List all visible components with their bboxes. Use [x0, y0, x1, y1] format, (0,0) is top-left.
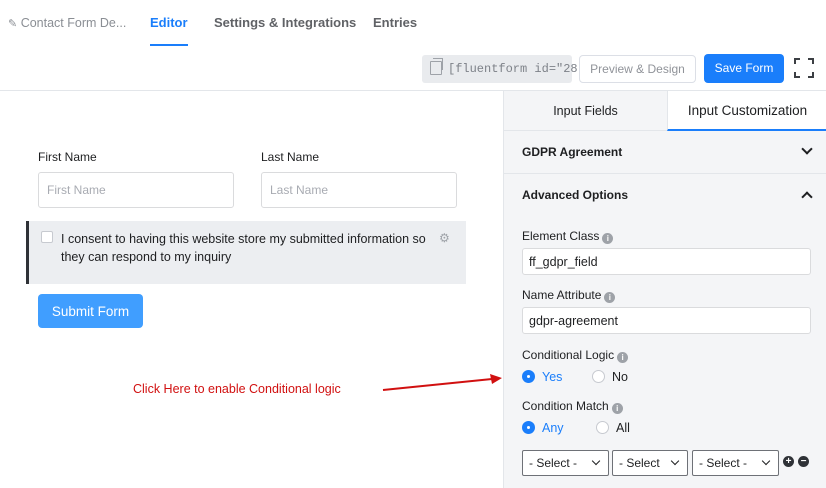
advanced-section-title: Advanced Options	[522, 188, 629, 202]
all-label: All	[616, 421, 630, 435]
condition-operator-select[interactable]: - Select	[612, 450, 688, 476]
fullscreen-icon[interactable]	[794, 58, 814, 78]
sidebar-tabs: Input Fields Input Customization	[504, 91, 826, 131]
radio-dot-icon	[592, 370, 605, 383]
tab-settings-label: Settings & Integrations	[214, 15, 357, 30]
form-title-label: Contact Form De...	[20, 16, 127, 30]
name-attribute-input[interactable]	[522, 307, 811, 334]
info-icon: i	[611, 403, 623, 414]
tab-entries-label: Entries	[373, 15, 418, 30]
chevron-up-icon	[801, 191, 813, 203]
condition-match-label: Condition Match i	[522, 399, 623, 414]
element-class-text: Element Class	[522, 229, 600, 243]
tab-entries[interactable]: Entries	[373, 0, 417, 46]
element-class-label: Element Class i	[522, 229, 614, 244]
select-value: - Select -	[529, 456, 578, 470]
conditional-logic-no-radio[interactable]: No	[592, 370, 628, 384]
form-title-tab[interactable]: ✎ Contact Form De...	[8, 0, 126, 46]
tab-input-customization-label: Input Customization	[687, 103, 808, 118]
edit-icon: ✎	[8, 18, 18, 30]
condition-match-text: Condition Match	[522, 399, 609, 413]
tab-input-fields-label: Input Fields	[553, 104, 618, 118]
condition-match-any-radio[interactable]: Any	[522, 421, 564, 435]
annotation-text: Click Here to enable Conditional logic	[133, 382, 341, 396]
gdpr-agreement-section[interactable]: GDPR Agreement	[504, 131, 826, 174]
tab-input-fields[interactable]: Input Fields	[504, 91, 667, 131]
sidebar: Input Fields Input Customization GDPR Ag…	[503, 91, 826, 488]
chevron-down-icon	[670, 456, 680, 466]
info-icon: i	[602, 233, 614, 244]
form-editor-canvas: First Name Last Name I consent to having…	[0, 91, 503, 488]
select-value: - Select -	[699, 456, 748, 470]
tab-editor[interactable]: Editor	[150, 0, 188, 46]
tab-editor-label: Editor	[150, 15, 188, 30]
conditional-logic-yes-radio[interactable]: Yes	[522, 370, 562, 384]
condition-value-select[interactable]: - Select -	[692, 450, 779, 476]
radio-dot-icon	[522, 370, 535, 383]
settings-icon[interactable]: ⚙	[439, 231, 450, 245]
save-form-button[interactable]: Save Form	[704, 54, 784, 83]
shortcode-box[interactable]: [fluentform id="28"]	[422, 55, 592, 83]
first-name-input[interactable]	[38, 172, 234, 208]
tab-settings-integrations[interactable]: Settings & Integrations	[214, 0, 356, 46]
advanced-options-section[interactable]: Advanced Options	[504, 174, 826, 217]
radio-dot-icon	[522, 421, 535, 434]
gdpr-consent-text: I consent to having this website store m…	[61, 232, 426, 264]
chevron-down-icon	[761, 456, 771, 466]
conditional-logic-label: Conditional Logic i	[522, 348, 629, 363]
chevron-down-icon	[591, 456, 601, 466]
last-name-label: Last Name	[261, 150, 320, 164]
preview-design-button[interactable]: Preview & Design	[579, 55, 696, 83]
yes-label: Yes	[542, 370, 563, 384]
name-attribute-text: Name Attribute	[522, 288, 602, 302]
tab-input-customization[interactable]: Input Customization	[667, 91, 826, 131]
info-icon: i	[604, 292, 616, 303]
condition-match-all-radio[interactable]: All	[596, 421, 630, 435]
gdpr-section-title: GDPR Agreement	[522, 145, 623, 159]
no-label: No	[612, 370, 628, 384]
radio-dot-icon	[596, 421, 609, 434]
copy-icon	[430, 58, 443, 75]
name-attribute-label: Name Attribute i	[522, 288, 616, 303]
info-icon: i	[617, 352, 629, 363]
select-value: - Select	[619, 456, 660, 470]
gdpr-checkbox[interactable]	[41, 231, 53, 243]
condition-field-select[interactable]: - Select -	[522, 450, 609, 476]
any-label: Any	[542, 421, 564, 435]
shortcode-text: [fluentform id="28"]	[448, 62, 593, 76]
first-name-label: First Name	[38, 150, 97, 164]
add-condition-icon[interactable]: +	[783, 456, 794, 467]
submit-form-button[interactable]: Submit Form	[38, 294, 143, 328]
chevron-down-icon	[801, 143, 813, 155]
element-class-input[interactable]	[522, 248, 811, 275]
gdpr-agreement-field[interactable]: I consent to having this website store m…	[26, 221, 466, 284]
remove-condition-icon[interactable]: −	[798, 456, 809, 467]
top-navigation: ✎ Contact Form De... Editor Settings & I…	[0, 0, 826, 46]
conditional-logic-text: Conditional Logic	[522, 348, 615, 362]
annotation-arrow-icon	[382, 374, 502, 391]
toolbar: [fluentform id="28"] Preview & Design Sa…	[0, 46, 826, 91]
last-name-input[interactable]	[261, 172, 457, 208]
